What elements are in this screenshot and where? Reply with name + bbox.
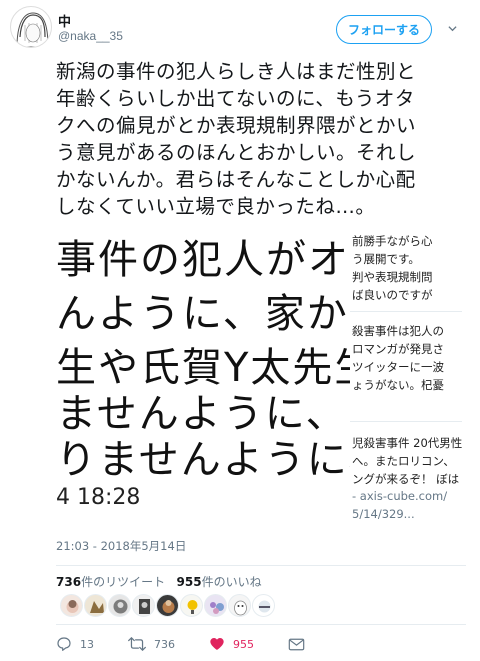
user-handle[interactable]: @naka__35 <box>58 29 123 43</box>
media-right-line: 前勝手ながら心 <box>352 234 433 248</box>
retweet-icon <box>128 637 146 651</box>
media-right-line: ロマンガが発見さ <box>352 342 444 356</box>
tweet-text: 新潟の事件の犯人らしき人はまだ性別と 年齢くらいしか出てないのに、もうオタ クへ… <box>56 58 474 220</box>
media-right-line: 殺害事件は犯人の <box>352 324 444 338</box>
retweet-button[interactable]: 736 <box>128 636 175 652</box>
liker-avatar[interactable] <box>84 594 107 617</box>
media-text-line: りませんように、 <box>56 437 390 483</box>
reply-count: 13 <box>80 637 94 651</box>
divider <box>350 421 462 422</box>
divider <box>350 311 462 312</box>
media-time: 4 18:28 <box>56 485 141 510</box>
liker-avatar[interactable] <box>132 594 155 617</box>
like-action-count: 955 <box>233 637 254 651</box>
media-right-line: ングが来るぞ！ ぼは <box>352 472 460 486</box>
like-label: 件のいいね <box>201 575 262 589</box>
chevron-down-icon[interactable] <box>448 24 457 33</box>
divider <box>56 565 466 566</box>
heart-icon <box>210 638 224 650</box>
tweet-line: 年齢くらいしか出てないのに、もうオタ <box>56 87 415 110</box>
liker-avatar[interactable] <box>180 594 203 617</box>
avatar[interactable] <box>10 6 52 48</box>
liker-avatar[interactable] <box>228 594 251 617</box>
liker-avatar[interactable] <box>108 594 131 617</box>
tweet-line: 新潟の事件の犯人らしき人はまだ性別と <box>56 60 417 83</box>
liker-avatar[interactable] <box>204 594 227 617</box>
reply-icon <box>57 637 71 651</box>
display-name[interactable]: 中 <box>58 11 71 30</box>
action-bar: 13 736 955 <box>56 632 339 656</box>
retweet-count: 736 <box>56 575 82 589</box>
media-right-panel: 前勝手ながら心 う展開です。 判や表現規制問 ば良いのですが 殺害事件は犯人の … <box>350 215 462 525</box>
reply-button[interactable]: 13 <box>56 636 94 652</box>
retweet-label: 件のリツイート <box>81 575 166 589</box>
liker-avatar[interactable] <box>252 594 275 617</box>
like-stat[interactable]: 955件のいいね <box>177 575 262 589</box>
media-right-line: 5/14/329... <box>352 507 415 521</box>
tweet-line: う意見があるのほんとおかしい。それし <box>56 141 417 164</box>
media-right-line: 判や表現規制問 <box>352 270 433 284</box>
media-right-line: へ。またロリコン、 <box>352 454 455 468</box>
media-right-line: ツイッターに一波 <box>352 360 444 374</box>
media-right-line: - axis-cube.com/ <box>352 489 448 503</box>
liker-avatar[interactable] <box>60 594 83 617</box>
liker-avatars <box>60 594 275 618</box>
like-count: 955 <box>176 575 202 589</box>
media-right-line: ば良いのですが <box>352 288 433 302</box>
media-image[interactable]: 事件の犯人がオタク んように、家からク 生や氏賀Y太先生の本 ませんように、フォ… <box>56 215 462 525</box>
media-right-line: ょうがない。杞憂 <box>352 378 444 392</box>
like-button[interactable]: 955 <box>209 636 254 652</box>
tweet-line: かないんか。君らはそんなことしか心配 <box>56 168 416 191</box>
tweet-stats: 736件のリツイート 955件のいいね <box>56 573 262 590</box>
media-right-line: う展開です。 <box>352 252 420 266</box>
media-right-line: 児殺害事件 20代男性 <box>352 436 462 450</box>
envelope-icon <box>288 638 305 650</box>
divider <box>56 624 466 625</box>
tweet-timestamp[interactable]: 21:03 - 2018年5月14日 <box>56 538 186 554</box>
liker-avatar[interactable] <box>156 594 179 617</box>
retweet-stat[interactable]: 736件のリツイート <box>56 575 165 589</box>
direct-message-button[interactable] <box>288 637 305 652</box>
retweet-action-count: 736 <box>154 637 175 651</box>
tweet-line: クへの偏見がとか表現規制界隈がとかい <box>56 114 417 137</box>
follow-button[interactable]: フォローする <box>336 15 432 44</box>
